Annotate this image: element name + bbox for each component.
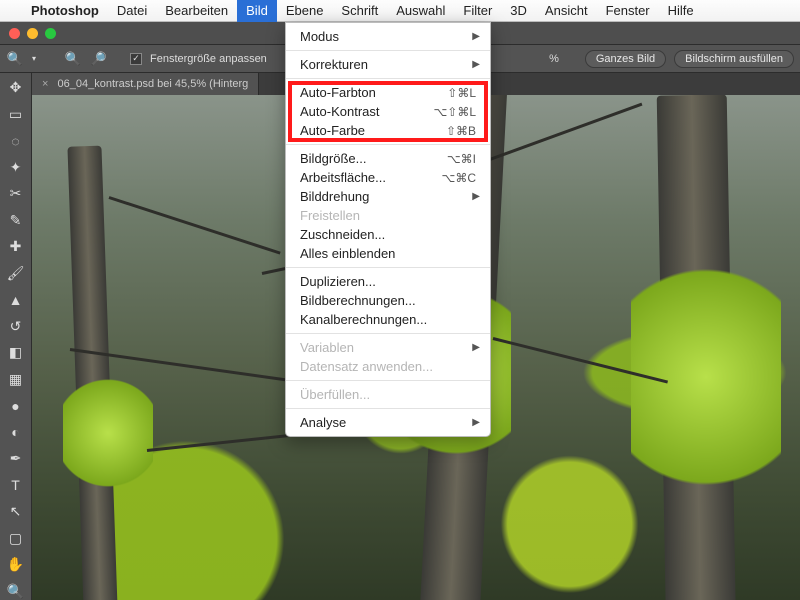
- tool-dropdown-icon[interactable]: ▾: [32, 54, 36, 63]
- menu-item-label: Arbeitsfläche...: [300, 170, 442, 185]
- fit-window-label: Fenstergröße anpassen: [150, 53, 267, 65]
- menu-item-bildberechnungen[interactable]: Bildberechnungen...: [286, 291, 490, 310]
- crop-tool-icon[interactable]: ✂: [5, 185, 27, 203]
- submenu-arrow-icon: ▶: [472, 191, 480, 202]
- menu-item-auto-kontrast[interactable]: Auto-Kontrast⌥⇧⌘L: [286, 102, 490, 121]
- marquee-tool-icon[interactable]: ▭: [5, 106, 27, 124]
- close-window-icon[interactable]: [9, 28, 20, 39]
- menu-item-auto-farbe[interactable]: Auto-Farbe⇧⌘B: [286, 121, 490, 140]
- bild-menu-dropdown: Modus▶Korrekturen▶Auto-Farbton⇧⌘LAuto-Ko…: [285, 22, 491, 437]
- minimize-window-icon[interactable]: [27, 28, 38, 39]
- menu-item-shortcut: ⌥⌘C: [442, 171, 477, 185]
- menu-item-label: Freistellen: [300, 208, 476, 223]
- zoom-tool-icon[interactable]: 🔍: [5, 583, 27, 600]
- menu-item-shortcut: ⌥⌘I: [447, 152, 476, 166]
- menu-item-variablen: Variablen▶: [286, 338, 490, 357]
- menubar-item-bild[interactable]: Bild: [237, 0, 277, 22]
- shape-tool-icon[interactable]: ▢: [5, 530, 27, 548]
- menu-item-shortcut: ⇧⌘B: [446, 124, 476, 138]
- hand-tool-icon[interactable]: ✋: [5, 556, 27, 574]
- menu-item-label: Korrekturen: [300, 57, 476, 72]
- move-tool-icon[interactable]: ✥: [5, 79, 27, 97]
- menu-item-datensatz-anwenden: Datensatz anwenden...: [286, 357, 490, 376]
- submenu-arrow-icon: ▶: [472, 342, 480, 353]
- menubar-item-ansicht[interactable]: Ansicht: [536, 0, 597, 22]
- zoom-percent-suffix: %: [549, 53, 559, 65]
- zoom-in-icon[interactable]: 🔍: [64, 50, 82, 68]
- mac-menubar: Photoshop DateiBearbeitenBildEbeneSchrif…: [0, 0, 800, 22]
- menu-item-zuschneiden[interactable]: Zuschneiden...: [286, 225, 490, 244]
- menu-item-kanalberechnungen[interactable]: Kanalberechnungen...: [286, 310, 490, 329]
- menu-item-analyse[interactable]: Analyse▶: [286, 413, 490, 432]
- lasso-tool-icon[interactable]: ◌: [5, 132, 27, 150]
- menu-item-label: Auto-Kontrast: [300, 104, 433, 119]
- menu-item-überfüllen: Überfüllen...: [286, 385, 490, 404]
- menu-item-label: Auto-Farbton: [300, 85, 447, 100]
- stamp-tool-icon[interactable]: ▲: [5, 291, 27, 309]
- menubar-item-hilfe[interactable]: Hilfe: [659, 0, 703, 22]
- gradient-tool-icon[interactable]: ▦: [5, 371, 27, 389]
- history-tool-icon[interactable]: ↺: [5, 318, 27, 336]
- menu-item-label: Bildgröße...: [300, 151, 447, 166]
- menu-item-label: Variablen: [300, 340, 476, 355]
- zoom-out-icon[interactable]: 🔎: [90, 50, 108, 68]
- menubar-item-auswahl[interactable]: Auswahl: [387, 0, 454, 22]
- menubar-app-name[interactable]: Photoshop: [22, 0, 108, 22]
- menu-item-shortcut: ⌥⇧⌘L: [433, 105, 476, 119]
- zoom-tool-icon[interactable]: 🔍: [6, 50, 24, 68]
- pen-tool-icon[interactable]: ✒: [5, 450, 27, 468]
- heal-tool-icon[interactable]: ✚: [5, 238, 27, 256]
- menubar-item-filter[interactable]: Filter: [454, 0, 501, 22]
- menu-item-auto-farbton[interactable]: Auto-Farbton⇧⌘L: [286, 83, 490, 102]
- brush-tool-icon[interactable]: 🖌: [5, 265, 27, 283]
- tools-panel: ✥ ▭ ◌ ✦ ✂ ✎ ✚ 🖌 ▲ ↺ ◧ ▦ ● ◐ ✒ T ↖ ▢ ✋ 🔍: [0, 73, 32, 600]
- fit-window-checkbox[interactable]: ✓: [130, 53, 142, 65]
- menu-item-label: Zuschneiden...: [300, 227, 476, 242]
- menubar-item-3d[interactable]: 3D: [501, 0, 536, 22]
- menu-item-label: Bilddrehung: [300, 189, 476, 204]
- wand-tool-icon[interactable]: ✦: [5, 159, 27, 177]
- menubar-item-bearbeiten[interactable]: Bearbeiten: [156, 0, 237, 22]
- menu-item-label: Modus: [300, 29, 476, 44]
- submenu-arrow-icon: ▶: [472, 31, 480, 42]
- whole-image-button[interactable]: Ganzes Bild: [585, 50, 666, 68]
- maximize-window-icon[interactable]: [45, 28, 56, 39]
- menu-item-modus[interactable]: Modus▶: [286, 27, 490, 46]
- eyedropper-tool-icon[interactable]: ✎: [5, 212, 27, 230]
- path-tool-icon[interactable]: ↖: [5, 503, 27, 521]
- submenu-arrow-icon: ▶: [472, 417, 480, 428]
- menubar-item-ebene[interactable]: Ebene: [277, 0, 333, 22]
- dodge-tool-icon[interactable]: ◐: [5, 424, 27, 442]
- menu-item-korrekturen[interactable]: Korrekturen▶: [286, 55, 490, 74]
- menu-item-label: Kanalberechnungen...: [300, 312, 476, 327]
- submenu-arrow-icon: ▶: [472, 59, 480, 70]
- menu-item-label: Datensatz anwenden...: [300, 359, 476, 374]
- menu-item-label: Bildberechnungen...: [300, 293, 476, 308]
- blur-tool-icon[interactable]: ●: [5, 397, 27, 415]
- menu-item-duplizieren[interactable]: Duplizieren...: [286, 272, 490, 291]
- type-tool-icon[interactable]: T: [5, 477, 27, 495]
- menu-item-label: Auto-Farbe: [300, 123, 446, 138]
- close-tab-icon[interactable]: ×: [42, 78, 48, 90]
- menu-item-label: Alles einblenden: [300, 246, 476, 261]
- document-tab[interactable]: × 06_04_kontrast.psd bei 45,5% (Hinterg: [32, 73, 259, 95]
- menu-item-label: Duplizieren...: [300, 274, 476, 289]
- menu-item-bilddrehung[interactable]: Bilddrehung▶: [286, 187, 490, 206]
- menu-item-label: Analyse: [300, 415, 476, 430]
- fill-screen-button[interactable]: Bildschirm ausfüllen: [674, 50, 794, 68]
- document-tab-label: 06_04_kontrast.psd bei 45,5% (Hinterg: [58, 78, 249, 90]
- eraser-tool-icon[interactable]: ◧: [5, 344, 27, 362]
- menu-item-label: Überfüllen...: [300, 387, 476, 402]
- menu-item-shortcut: ⇧⌘L: [447, 86, 476, 100]
- menu-item-freistellen: Freistellen: [286, 206, 490, 225]
- menu-item-arbeitsfläche[interactable]: Arbeitsfläche...⌥⌘C: [286, 168, 490, 187]
- menubar-item-fenster[interactable]: Fenster: [597, 0, 659, 22]
- menu-item-bildgröße[interactable]: Bildgröße...⌥⌘I: [286, 149, 490, 168]
- menubar-item-schrift[interactable]: Schrift: [332, 0, 387, 22]
- menu-item-alles-einblenden[interactable]: Alles einblenden: [286, 244, 490, 263]
- menubar-item-datei[interactable]: Datei: [108, 0, 156, 22]
